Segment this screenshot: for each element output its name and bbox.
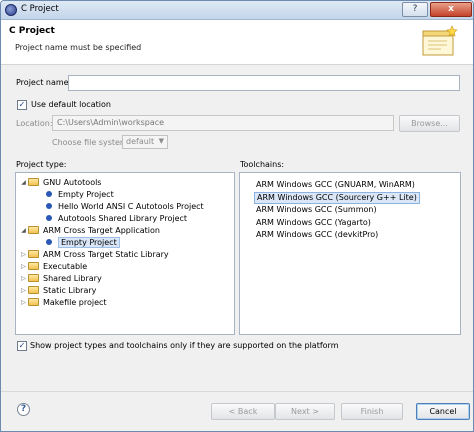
tree-item-label: Executable xyxy=(43,261,88,271)
tree-leaf-item[interactable]: Hello World ANSI C Autotools Project xyxy=(44,200,204,212)
browse-button[interactable]: Browse... xyxy=(399,115,460,132)
help-icon[interactable]: ? xyxy=(17,403,30,416)
tree-item-label: Empty Project xyxy=(58,189,114,199)
c-project-dialog: C Project ? x C Project Project name mus… xyxy=(0,0,474,432)
file-system-label: Choose file system: xyxy=(52,138,131,147)
project-template-icon xyxy=(46,215,52,221)
validation-message: Project name must be specified xyxy=(15,43,142,52)
new-project-wizard-icon xyxy=(422,25,458,56)
tree-item-label: Shared Library xyxy=(43,273,102,283)
tree-leaf-item[interactable]: Empty Project xyxy=(44,188,114,200)
folder-icon xyxy=(28,286,39,294)
tree-item-label: Autotools Shared Library Project xyxy=(58,213,188,223)
toolchains-list[interactable]: ARM Windows GCC (GNUARM, WinARM) ARM Wind… xyxy=(239,172,461,335)
location-label: Location: xyxy=(16,119,53,128)
title-close-button[interactable]: x xyxy=(430,2,472,17)
tree-folder-item[interactable]: ▷ Static Library xyxy=(19,284,96,296)
tree-leaf-item[interactable]: Empty Project xyxy=(44,236,120,248)
folder-icon xyxy=(28,274,39,282)
title-bar: C Project ? x xyxy=(1,1,473,20)
toolchains-label: Toolchains: xyxy=(240,160,285,169)
file-system-select[interactable]: default ▼ xyxy=(122,135,168,149)
tree-item-label: Hello World ANSI C Autotools Project xyxy=(58,201,204,211)
toolchain-item[interactable]: ARM Windows GCC (Yagarto) xyxy=(256,217,371,229)
location-input[interactable]: C:\Users\Admin\workspace xyxy=(52,115,394,131)
tree-folder-item[interactable]: ◢ ARM Cross Target Application xyxy=(19,224,160,236)
toolchain-item[interactable]: ARM Windows GCC (Summon) xyxy=(256,204,377,216)
folder-icon xyxy=(28,178,39,186)
toolchain-item[interactable]: ARM Windows GCC (devkitPro) xyxy=(256,229,378,241)
show-supported-label: Show project types and toolchains only i… xyxy=(30,341,339,350)
folder-icon xyxy=(28,250,39,258)
back-button[interactable]: < Back xyxy=(211,403,275,420)
page-title: C Project xyxy=(9,26,55,36)
file-system-value: default xyxy=(126,137,155,146)
folder-icon xyxy=(28,226,39,234)
tree-folder-item[interactable]: ▷ Executable xyxy=(19,260,87,272)
project-template-icon xyxy=(46,203,52,209)
expand-arrow-icon[interactable]: ◢ xyxy=(19,179,28,186)
tree-item-label: Makefile project xyxy=(43,297,107,307)
tree-item-label: ARM Cross Target Static Library xyxy=(43,249,169,259)
next-button[interactable]: Next > xyxy=(275,403,335,420)
collapse-arrow-icon[interactable]: ▷ xyxy=(19,263,28,270)
collapse-arrow-icon[interactable]: ▷ xyxy=(19,287,28,294)
project-type-label: Project type: xyxy=(16,160,67,169)
eclipse-icon xyxy=(5,4,17,16)
collapse-arrow-icon[interactable]: ▷ xyxy=(19,299,28,306)
project-template-icon xyxy=(46,191,52,197)
tree-item-label: Empty Project xyxy=(58,236,120,248)
tree-folder-item[interactable]: ◢ GNU Autotools xyxy=(19,176,101,188)
toolchain-item[interactable]: ARM Windows GCC (GNUARM, WinARM) xyxy=(256,179,415,191)
project-template-icon xyxy=(46,239,52,245)
toolchain-item[interactable]: ARM Windows GCC (Sourcery G++ Lite) xyxy=(254,191,420,204)
folder-icon xyxy=(28,262,39,270)
tree-item-label: GNU Autotools xyxy=(43,177,102,187)
use-default-location-checkbox[interactable]: ✓ xyxy=(17,100,27,110)
tree-item-label: Static Library xyxy=(43,285,97,295)
footer-separator xyxy=(1,391,473,392)
chevron-down-icon: ▼ xyxy=(158,137,164,145)
expand-arrow-icon[interactable]: ◢ xyxy=(19,227,28,234)
window-title: C Project xyxy=(21,4,59,14)
tree-leaf-item[interactable]: Autotools Shared Library Project xyxy=(44,212,187,224)
project-name-label: Project name: xyxy=(16,78,72,87)
title-help-button[interactable]: ? xyxy=(402,2,428,17)
project-name-input[interactable] xyxy=(68,75,460,91)
cancel-button[interactable]: Cancel xyxy=(416,403,470,420)
folder-icon xyxy=(28,298,39,306)
use-default-location-label: Use default location xyxy=(31,100,111,109)
tree-folder-item[interactable]: ▷ Makefile project xyxy=(19,296,107,308)
tree-folder-item[interactable]: ▷ ARM Cross Target Static Library xyxy=(19,248,169,260)
tree-folder-item[interactable]: ▷ Shared Library xyxy=(19,272,102,284)
project-type-tree[interactable]: ◢ GNU Autotools Empty Project Hello World A… xyxy=(15,172,235,335)
collapse-arrow-icon[interactable]: ▷ xyxy=(19,251,28,258)
tree-item-label: ARM Cross Target Application xyxy=(43,225,160,235)
show-supported-checkbox[interactable]: ✓ xyxy=(17,341,27,351)
collapse-arrow-icon[interactable]: ▷ xyxy=(19,275,28,282)
wizard-banner: C Project Project name must be specified xyxy=(1,20,473,65)
finish-button[interactable]: Finish xyxy=(341,403,403,420)
